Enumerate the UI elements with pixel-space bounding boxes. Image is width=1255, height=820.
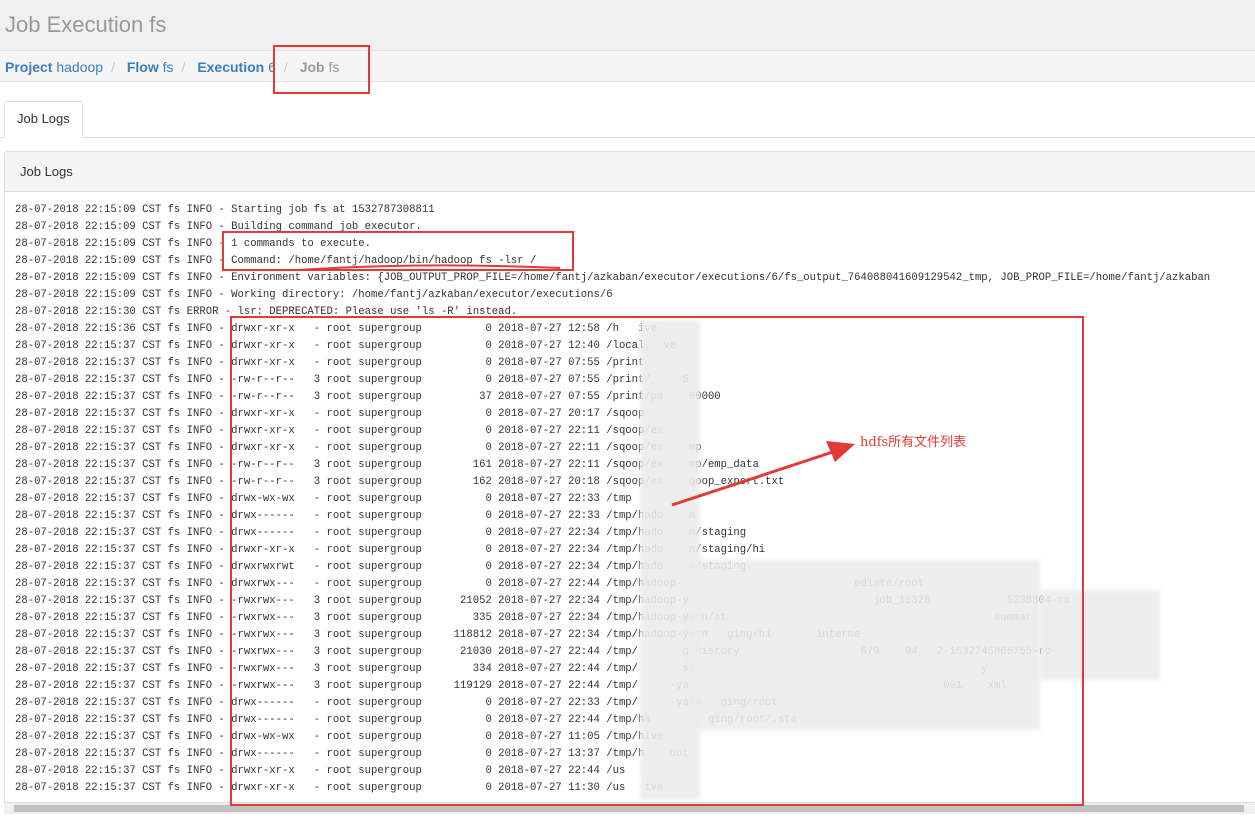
highlight-box-file-list bbox=[230, 316, 1084, 806]
breadcrumb: Project hadoop / Flow fs / Execution 6/ Jo… bbox=[0, 50, 1255, 82]
log-line: 28-07-2018 22:15:09 CST fs INFO - Starti… bbox=[15, 204, 435, 216]
annotation-note: hdfs所有文件列表 bbox=[860, 435, 967, 450]
breadcrumb-flow[interactable]: Flow fs bbox=[127, 59, 174, 75]
page-header: Job Execution fs bbox=[0, 0, 1255, 50]
log-line: 28-07-2018 22:15:09 CST fs INFO - Buildi… bbox=[15, 221, 422, 233]
panel-title: Job Logs bbox=[5, 152, 1255, 192]
log-line: 28-07-2018 22:15:09 CST fs INFO - 1 comm… bbox=[15, 238, 372, 250]
tab-job-logs[interactable]: Job Logs bbox=[4, 101, 83, 138]
log-line: 28-07-2018 22:15:09 CST fs INFO - Comman… bbox=[15, 255, 537, 267]
breadcrumb-execution[interactable]: Execution 6 bbox=[197, 59, 276, 75]
highlight-box-job bbox=[273, 45, 370, 94]
scrollbar-thumb[interactable] bbox=[14, 805, 1244, 812]
breadcrumb-project[interactable]: Project hadoop bbox=[5, 59, 103, 75]
page-title: Job Execution fs bbox=[5, 12, 167, 37]
log-line: 28-07-2018 22:15:09 CST fs INFO - Enviro… bbox=[15, 272, 1211, 284]
highlight-box-command bbox=[222, 231, 574, 271]
log-line: 28-07-2018 22:15:09 CST fs INFO - Workin… bbox=[15, 289, 613, 301]
tab-bar: Job Logs bbox=[0, 101, 1255, 138]
